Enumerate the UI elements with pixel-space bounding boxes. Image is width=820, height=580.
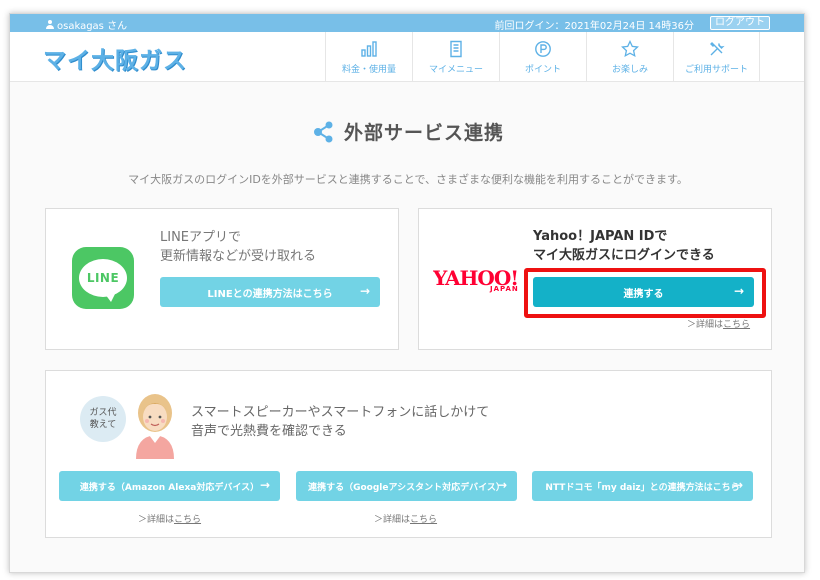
speech-bubble: ガス代 教えて <box>80 396 126 442</box>
voice-card: ガス代 教えて スマートスピーカーやスマートフォンに話しかけて 音声で光熱費を確… <box>45 370 772 538</box>
yahoo-detail-link: ＞詳細はこちら <box>687 320 751 330</box>
person-icon <box>46 20 54 29</box>
alexa-connect-button[interactable]: 連携する（Amazon Alexa対応デバイス） → <box>59 471 280 501</box>
voice-heading: スマートスピーカーやスマートフォンに話しかけて 音声で光熱費を確認できる <box>191 405 490 439</box>
nav-item-mymenu[interactable]: マイメニュー <box>412 32 499 82</box>
google-detail-link: ＞詳細はこちら <box>374 515 438 525</box>
nav-item-points[interactable]: ポイント <box>499 32 586 82</box>
document-icon <box>450 40 462 57</box>
nav-label: ご利用サポート <box>684 64 748 75</box>
point-icon <box>535 40 551 57</box>
page-title: 外部サービス連携 <box>343 122 504 144</box>
line-icon-text: LINE <box>86 271 120 285</box>
username: osakagas さん <box>57 21 128 32</box>
arrow-right-icon: → <box>359 284 370 298</box>
logout-button[interactable]: ログアウト <box>710 16 770 30</box>
arrow-right-icon: → <box>259 478 270 492</box>
site-header: マイ大阪ガス 料金・使用量 マイメニュー ポイント お楽しみ ご利用サポート <box>10 32 804 82</box>
nav-label: マイメニュー <box>428 64 483 75</box>
yahoo-card: YAHOO! JAPAN Yahoo！JAPAN IDで マイ大阪ガスにログイン… <box>418 208 772 350</box>
line-heading: LINEアプリで 更新情報などが受け取れる <box>160 230 317 264</box>
site-logo[interactable]: マイ大阪ガス <box>43 41 187 75</box>
page-intro: マイ大阪ガスのログインIDを外部サービスと連携することで、さまざまな便利な機能を… <box>128 173 688 186</box>
line-app-icon: LINE <box>72 247 134 309</box>
share-icon <box>313 121 333 142</box>
yahoo-heading: Yahoo！JAPAN IDで マイ大阪ガスにログインできる <box>533 229 715 263</box>
global-nav: 料金・使用量 マイメニュー ポイント お楽しみ ご利用サポート <box>325 32 760 82</box>
line-link-button[interactable]: LINEとの連携方法はこちら → <box>160 277 380 307</box>
last-login: 前回ログイン：2021年02月24日 14時36分 <box>494 21 694 32</box>
star-icon <box>621 39 639 57</box>
nav-label: お楽しみ <box>611 64 648 75</box>
google-connect-button[interactable]: 連携する（Googleアシスタント対応デバイス） → <box>296 471 517 501</box>
alexa-detail-link: ＞詳細はこちら <box>138 515 202 525</box>
arrow-right-icon: → <box>496 478 507 492</box>
line-card: LINE LINEアプリで 更新情報などが受け取れる LINEとの連携方法はこち… <box>45 208 399 350</box>
user-info: osakagas さん <box>46 17 127 32</box>
mydaiz-link-button[interactable]: NTTドコモ「my daiz」との連携方法はこちら → <box>532 471 753 501</box>
woman-illustration <box>136 394 174 459</box>
page-title-row: 外部サービス連携 <box>10 118 804 145</box>
bar-chart-icon <box>361 40 377 57</box>
nav-label: 料金・使用量 <box>341 64 396 75</box>
user-bar: osakagas さん 前回ログイン：2021年02月24日 14時36分 ログ… <box>10 14 804 32</box>
highlight-box <box>524 268 766 318</box>
nav-item-fun[interactable]: お楽しみ <box>586 32 673 82</box>
arrow-right-icon: → <box>732 478 743 492</box>
yahoo-logo: YAHOO! JAPAN <box>433 268 519 293</box>
detail-link[interactable]: こちら <box>723 320 750 330</box>
detail-link[interactable]: こちら <box>410 515 437 525</box>
browser-frame: osakagas さん 前回ログイン：2021年02月24日 14時36分 ログ… <box>9 13 805 573</box>
tools-icon <box>709 41 725 55</box>
nav-item-billing[interactable]: 料金・使用量 <box>325 32 412 82</box>
nav-item-support[interactable]: ご利用サポート <box>673 32 760 82</box>
nav-label: ポイント <box>524 64 561 75</box>
detail-link[interactable]: こちら <box>174 515 201 525</box>
